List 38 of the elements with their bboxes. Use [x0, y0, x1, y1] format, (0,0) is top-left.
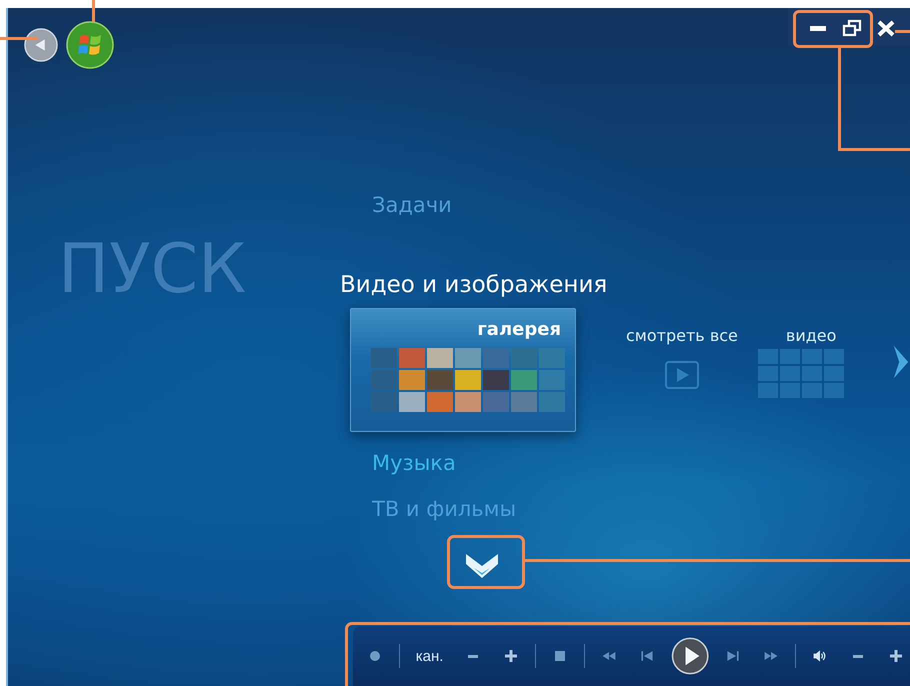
- photo-placeholder: [427, 348, 453, 368]
- photo-placeholder: [539, 392, 565, 412]
- record-icon[interactable]: [367, 648, 383, 664]
- photo-placeholder: [455, 392, 481, 412]
- callout-line: [92, 0, 95, 22]
- callout-line: [0, 37, 38, 40]
- photo-placeholder: [455, 370, 481, 390]
- video-tile[interactable]: видео: [758, 308, 848, 399]
- photo-placeholder: [455, 348, 481, 368]
- photo-placeholder: [483, 348, 509, 368]
- photo-placeholder: [371, 370, 397, 390]
- photo-placeholder: [511, 392, 537, 412]
- plus-icon[interactable]: [888, 648, 904, 664]
- photo-placeholder: [483, 370, 509, 390]
- photo-placeholder: [511, 370, 537, 390]
- photo-placeholder: [399, 392, 425, 412]
- channel-button[interactable]: кан.: [410, 648, 450, 664]
- volume-icon[interactable]: [812, 648, 828, 664]
- photo-placeholder: [483, 392, 509, 412]
- photo-placeholder: [371, 348, 397, 368]
- close-icon[interactable]: [876, 18, 896, 38]
- photo-placeholder: [427, 370, 453, 390]
- photo-placeholder: [539, 370, 565, 390]
- restore-icon[interactable]: [842, 18, 862, 38]
- photo-placeholder: [399, 348, 425, 368]
- photo-placeholder: [427, 392, 453, 412]
- previous-icon[interactable]: [639, 648, 655, 664]
- plus-icon[interactable]: [503, 648, 520, 664]
- photo-placeholder: [511, 348, 537, 368]
- gallery-tile[interactable]: галерея: [350, 308, 576, 432]
- play-icon: [664, 361, 699, 389]
- callout-line: [895, 30, 910, 33]
- windows-logo-icon[interactable]: [66, 21, 114, 69]
- watch-all-tile[interactable]: смотреть все: [626, 308, 738, 389]
- menu-item[interactable]: Видео и изображения: [340, 268, 608, 302]
- tile-label: галерея: [476, 319, 561, 340]
- photo-placeholder: [399, 370, 425, 390]
- next-icon[interactable]: [725, 648, 742, 664]
